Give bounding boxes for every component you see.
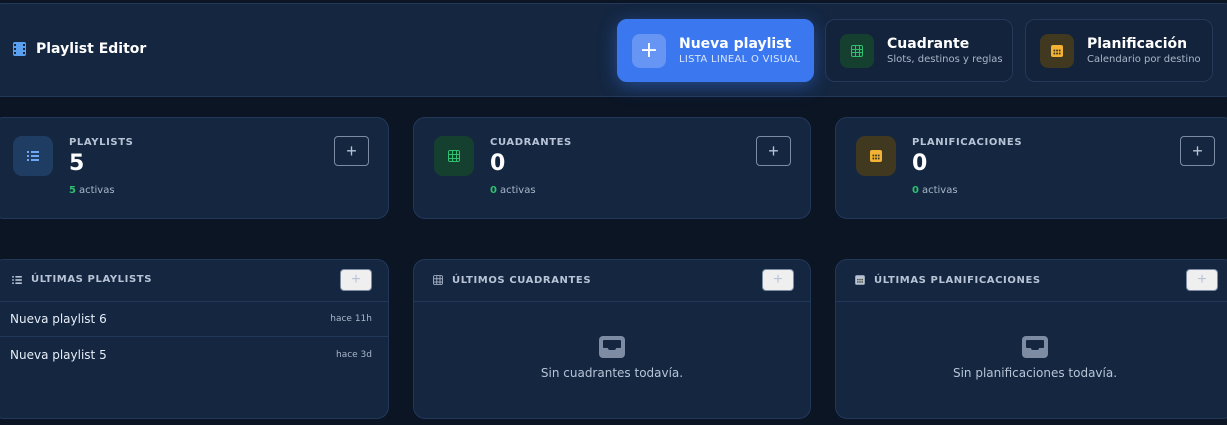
add-planificacion-panel-button[interactable]: + [1186,269,1218,291]
empty-state: Sin planificaciones todavía. [836,336,1227,380]
add-playlist-button[interactable]: + [334,136,369,166]
stat-card-planificaciones: PLANIFICACIONES 0 0 activas + [835,117,1227,219]
planificacion-subtitle: Calendario por destino [1087,53,1201,65]
empty-state: Sin cuadrantes todavía. [414,336,810,380]
stat-active: 5 activas [69,185,115,196]
list-item[interactable]: Nueva playlist 5 hace 3d [0,337,388,372]
active-count: 0 [912,185,919,196]
active-label: activas [499,185,536,196]
new-playlist-title: Nueva playlist [679,35,792,52]
playlist-time: hace 11h [330,314,372,324]
stat-value: 0 [912,151,928,176]
empty-text: Sin planificaciones todavía. [952,366,1118,380]
add-cuadrante-panel-button[interactable]: + [762,269,794,291]
active-label: activas [921,185,958,196]
plus-icon: + [632,33,666,68]
active-label: activas [78,185,115,196]
stat-label: CUADRANTES [490,137,572,148]
grid-icon [433,275,443,285]
planificacion-title: Planificación [1087,35,1188,52]
panel-title: ÚLTIMAS PLAYLISTS [31,274,152,285]
playlist-time: hace 3d [335,349,372,360]
calendar-icon [855,275,865,285]
grid-icon [448,150,460,162]
cuadrante-subtitle: Slots, destinos y reglas [887,53,1003,65]
list-item[interactable]: Nueva playlist 6 hace 11h [0,302,388,337]
stat-label: PLANIFICACIONES [912,137,1023,148]
stat-card-playlists: PLAYLISTS 5 5 activas + [0,117,389,219]
active-count: 5 [69,185,76,196]
panel-title: ÚLTIMAS PLANIFICACIONES [874,274,1041,286]
stat-value: 5 [69,151,85,176]
planificacion-button[interactable]: Planificación Calendario por destino [1025,19,1213,82]
cuadrante-title: Cuadrante [887,35,970,52]
stat-active: 0 activas [912,185,958,196]
grid-icon [851,44,863,57]
playlist-name: Nueva playlist 5 [10,347,107,362]
add-cuadrante-button[interactable]: + [756,136,791,166]
stat-label: PLAYLISTS [69,137,134,148]
active-count: 0 [490,185,497,196]
list-icon [12,275,22,284]
panel-latest-cuadrantes: ÚLTIMOS CUADRANTES + Sin cuadrantes toda… [413,259,811,419]
inbox-icon [599,336,625,358]
new-playlist-button[interactable]: + Nueva playlist LISTA LINEAL O VISUAL [617,19,814,82]
panel-latest-playlists: ÚLTIMAS PLAYLISTS + Nueva playlist 6 hac… [0,259,389,419]
new-playlist-subtitle: LISTA LINEAL O VISUAL [679,53,801,65]
inbox-icon [1022,336,1048,358]
stat-active: 0 activas [490,185,536,196]
empty-text: Sin cuadrantes todavía. [540,366,684,380]
add-planificacion-button[interactable]: + [1180,136,1215,166]
add-playlist-panel-button[interactable]: + [340,269,372,291]
app-title: Playlist Editor [36,41,147,57]
panel-latest-planificaciones: ÚLTIMAS PLANIFICACIONES + Sin planificac… [835,259,1227,419]
list-icon [27,151,39,161]
playlist-name: Nueva playlist 6 [10,312,107,326]
calendar-icon [1051,44,1063,57]
calendar-icon [870,150,882,162]
stat-card-cuadrantes: CUADRANTES 0 0 activas + [413,117,811,219]
cuadrante-button[interactable]: Cuadrante Slots, destinos y reglas [825,19,1013,82]
film-icon [13,42,26,56]
brand: Playlist Editor [13,41,146,57]
panel-title: ÚLTIMOS CUADRANTES [452,274,592,286]
stat-value: 0 [490,151,506,176]
